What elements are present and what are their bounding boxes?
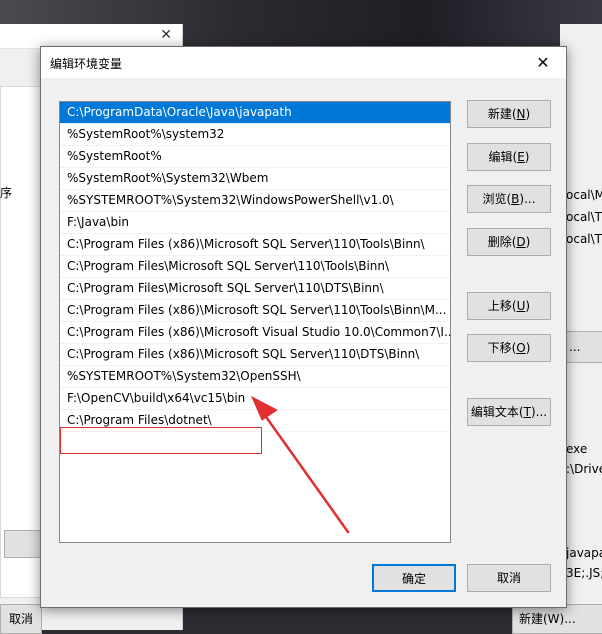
annotation-arrow xyxy=(250,395,350,534)
